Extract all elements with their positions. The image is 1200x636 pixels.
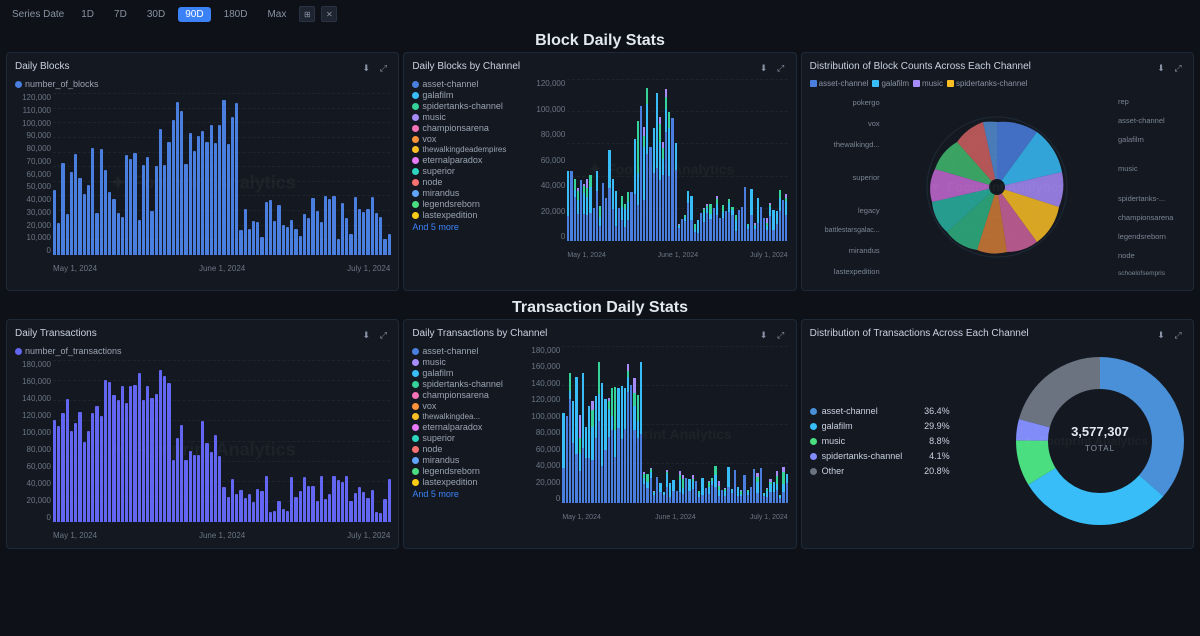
rose-chart: ✦Footprint Analytics pokergovoxthewalkin…: [810, 92, 1185, 282]
dist-tx-card: Distribution of Transactions Across Each…: [801, 319, 1194, 549]
series-date-label: Series Date: [12, 9, 64, 20]
daily-tx-channel-card: Daily Transactions by Channel ⬇ ⤢ asset-…: [403, 319, 796, 549]
time-btn-1d[interactable]: 1D: [74, 7, 101, 22]
transaction-charts-grid: Daily Transactions ⬇ ⤢ number_of_transac…: [0, 319, 1200, 553]
daily-blocks-card: Daily Blocks ⬇ ⤢ number_of_blocks ✦Footp…: [6, 52, 399, 291]
rose-top-legend: asset-channel galafilm music spidertanks…: [810, 79, 1185, 88]
rose-labels-right: repasset-channelgalafilmmusic spidertank…: [1115, 92, 1185, 282]
daily-tx-channel-title: Daily Transactions by Channel: [412, 328, 547, 339]
donut-chart: asset-channel 36.4% galafilm 29.9% music…: [810, 346, 1185, 536]
donut-svg: 3,577,307 TOTAL: [985, 351, 1185, 531]
block-charts-grid: Daily Blocks ⬇ ⤢ number_of_blocks ✦Footp…: [0, 52, 1200, 295]
time-btn-7d[interactable]: 7D: [107, 7, 134, 22]
expand-icon-6[interactable]: ⤢: [1171, 328, 1185, 342]
svg-text:TOTAL: TOTAL: [1085, 444, 1115, 453]
rose-svg: [917, 107, 1077, 267]
expand-icon-4[interactable]: ⤢: [376, 328, 390, 342]
daily-blocks-title: Daily Blocks: [15, 61, 69, 72]
expand-icon-3[interactable]: ⤢: [1171, 61, 1185, 75]
daily-transactions-card: Daily Transactions ⬇ ⤢ number_of_transac…: [6, 319, 399, 549]
expand-icon[interactable]: ⤢: [376, 61, 390, 75]
daily-blocks-channel-card: Daily Blocks by Channel ⬇ ⤢ asset-channe…: [403, 52, 796, 291]
grid-icon[interactable]: ⊞: [299, 6, 315, 22]
dist-block-counts-card: Distribution of Block Counts Across Each…: [801, 52, 1194, 291]
daily-blocks-legend-label: number_of_blocks: [25, 79, 99, 89]
time-btn-30d[interactable]: 30D: [140, 7, 172, 22]
download-icon-5[interactable]: ⬇: [757, 328, 771, 342]
time-btn-90d[interactable]: 90D: [178, 7, 210, 22]
dist-block-counts-title: Distribution of Block Counts Across Each…: [810, 61, 1031, 72]
daily-blocks-chart: ✦Footprint Analytics 120,000110,000100,0…: [15, 93, 390, 273]
daily-tx-legend: number_of_transactions: [25, 346, 122, 356]
and-more-tx[interactable]: And 5 more: [412, 489, 522, 499]
download-icon-2[interactable]: ⬇: [757, 61, 771, 75]
transaction-section-title: Transaction Daily Stats: [0, 295, 1200, 319]
rose-labels-left: pokergovoxthewalkingd...superior legacyb…: [810, 92, 880, 282]
donut-legend: asset-channel 36.4% galafilm 29.9% music…: [810, 406, 950, 476]
download-icon[interactable]: ⬇: [359, 61, 373, 75]
download-icon-4[interactable]: ⬇: [359, 328, 373, 342]
expand-icon-2[interactable]: ⤢: [774, 61, 788, 75]
expand-icon-5[interactable]: ⤢: [774, 328, 788, 342]
top-bar: Series Date 1D 7D 30D 90D 180D Max ⊞ ✕: [0, 0, 1200, 28]
close-icon[interactable]: ✕: [321, 6, 337, 22]
time-btn-max[interactable]: Max: [260, 7, 293, 22]
block-section-title: Block Daily Stats: [0, 28, 1200, 52]
download-icon-3[interactable]: ⬇: [1154, 61, 1168, 75]
time-btn-180d[interactable]: 180D: [217, 7, 255, 22]
daily-blocks-channel-title: Daily Blocks by Channel: [412, 61, 520, 72]
download-icon-6[interactable]: ⬇: [1154, 328, 1168, 342]
dist-tx-title: Distribution of Transactions Across Each…: [810, 328, 1029, 339]
and-more-blocks[interactable]: And 5 more: [412, 222, 527, 232]
daily-transactions-title: Daily Transactions: [15, 328, 97, 339]
y-axis-labels: 120,000110,000100,00090,000 80,00070,000…: [15, 93, 53, 255]
svg-text:3,577,307: 3,577,307: [1071, 424, 1129, 439]
daily-transactions-chart: ✦Footprint Analytics 180,000160,000140,0…: [15, 360, 390, 540]
